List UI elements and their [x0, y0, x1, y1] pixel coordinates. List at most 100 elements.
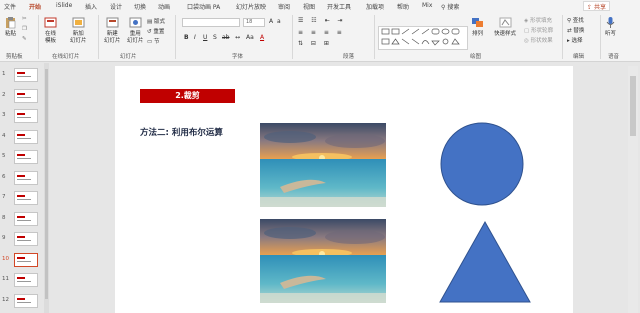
thumbnail-title-bar: [17, 256, 25, 259]
slide-canvas[interactable]: 2.裁剪 方法二: 利用布尔运算: [115, 66, 573, 313]
new-online-slide-button[interactable]: 新加 幻灯片: [70, 16, 87, 45]
dictate-button[interactable]: 听写: [604, 16, 617, 38]
slide-thumbnail[interactable]: [14, 191, 38, 205]
new-slide-button[interactable]: 新建 幻灯片: [104, 16, 121, 45]
search-icon: ⚲: [441, 4, 446, 11]
italic-button[interactable]: I: [194, 34, 196, 41]
drawing-group-label: 绘图: [470, 54, 482, 60]
shape-effects-button[interactable]: ◎ 形状效果: [524, 36, 553, 44]
thumbnail-number: 2: [2, 91, 6, 98]
canvas-scrollbar-thumb[interactable]: [630, 76, 636, 136]
quick-styles-button[interactable]: 快速样式: [494, 16, 516, 38]
slide-thumbnail[interactable]: [14, 232, 38, 246]
thumbnail-number: 12: [2, 296, 9, 303]
align-icons[interactable]: ≡ ≡ ≡ ≡: [298, 29, 345, 36]
text-direction-icons[interactable]: ⇅ ⊟ ⊞: [298, 40, 332, 47]
layout-button[interactable]: ▤ 版式: [147, 17, 165, 25]
bullet-list-icons[interactable]: ☰ ☷ ⇤ ⇥: [298, 17, 346, 24]
replace-button[interactable]: ⇄ 替换: [567, 26, 584, 34]
font-name-box[interactable]: [182, 18, 240, 27]
shadow-button[interactable]: S: [213, 34, 217, 41]
thumbnail-text-line: [17, 137, 31, 139]
tab-review[interactable]: 审阅: [278, 2, 290, 11]
tab-transitions[interactable]: 切换: [134, 2, 146, 11]
find-button[interactable]: ⚲ 查找: [567, 16, 584, 24]
sunset-photo-top[interactable]: [260, 123, 386, 207]
shape-fill-button[interactable]: ◈ 形状填充: [524, 16, 552, 24]
triangle-shape[interactable]: [439, 221, 531, 303]
slide-thumbnail[interactable]: [14, 88, 38, 103]
thumbnail-number: 8: [2, 214, 6, 221]
slide-thumbnail[interactable]: [14, 170, 38, 185]
method-text[interactable]: 方法二: 利用布尔运算: [140, 126, 223, 138]
thumbnail-text-line: [17, 281, 31, 282]
tab-file[interactable]: 文件: [4, 2, 16, 11]
tab-view[interactable]: 视图: [303, 2, 315, 11]
underline-button[interactable]: U: [203, 34, 207, 41]
separator: [292, 15, 293, 59]
thumbnail-title-bar: [17, 277, 25, 279]
thumbnail-scrollbar[interactable]: [44, 63, 49, 313]
tab-pocket-animation[interactable]: 口袋动画 PA: [187, 2, 220, 11]
slide-thumbnail[interactable]: [14, 293, 38, 308]
font-size-box[interactable]: 18: [243, 18, 265, 27]
slide-thumbnail[interactable]: [14, 109, 38, 123]
outline-icon: ▢: [524, 28, 530, 34]
bold-button[interactable]: B: [184, 34, 189, 41]
arrange-icon: [472, 18, 483, 27]
section-button[interactable]: ▭ 节: [147, 37, 159, 45]
thumbnail-title-bar: [17, 154, 25, 156]
paste-button[interactable]: 粘贴: [4, 16, 17, 38]
shapes-icon: [381, 28, 460, 46]
tab-addins[interactable]: 加载项: [366, 2, 384, 11]
circle-shape[interactable]: [439, 121, 525, 207]
separator: [600, 15, 601, 59]
sunset-image: [260, 123, 386, 207]
share-button[interactable]: ⇪ 共享: [583, 1, 610, 11]
strikethrough-button[interactable]: ab: [222, 34, 230, 41]
font-color-icon[interactable]: A: [260, 34, 264, 41]
select-button[interactable]: ▸ 选择: [567, 36, 583, 44]
arrange-button[interactable]: 排列: [471, 16, 484, 38]
thumbnail-text-line: [17, 199, 31, 200]
reset-button[interactable]: ↺ 重置: [147, 27, 164, 35]
thumbnail-title-bar: [17, 92, 25, 95]
online-template-button[interactable]: 在线 模板: [44, 16, 57, 45]
cut-icon[interactable]: ✂: [22, 16, 27, 22]
slide-thumbnail[interactable]: [14, 252, 38, 267]
slide-thumbnail[interactable]: [14, 68, 38, 82]
tab-slideshow[interactable]: 幻灯片放映: [236, 2, 266, 11]
tab-islide[interactable]: iSlide: [56, 2, 72, 9]
shape-gallery[interactable]: [378, 26, 468, 50]
slide-thumbnail[interactable]: [14, 211, 38, 226]
grow-font-icon[interactable]: A: [269, 18, 273, 25]
tab-help[interactable]: 帮助: [397, 2, 409, 11]
shrink-font-icon[interactable]: a: [277, 18, 281, 25]
search-box[interactable]: ⚲ 搜索: [441, 2, 459, 11]
change-case-icon[interactable]: Aa: [246, 34, 254, 41]
tab-developer[interactable]: 开发工具: [327, 2, 351, 11]
separator: [374, 15, 375, 59]
sunset-photo-bottom[interactable]: [260, 219, 386, 303]
slide-thumbnail[interactable]: [14, 129, 38, 144]
separator: [38, 15, 39, 59]
slide-thumbnail[interactable]: [14, 273, 38, 287]
tab-animations[interactable]: 动画: [158, 2, 170, 11]
thumbnail-text-line: [17, 219, 31, 221]
online-template-icon: [44, 17, 57, 28]
canvas-scrollbar[interactable]: [628, 66, 638, 313]
fill-icon: ◈: [524, 18, 529, 24]
tab-mix[interactable]: Mix: [422, 2, 432, 9]
shape-outline-button[interactable]: ▢ 形状轮廓: [524, 26, 553, 34]
format-painter-icon[interactable]: ✎: [22, 36, 27, 42]
slide-thumbnail[interactable]: [14, 150, 38, 164]
slide-title[interactable]: 2.裁剪: [140, 89, 235, 103]
tab-design[interactable]: 设计: [110, 2, 122, 11]
copy-icon[interactable]: ❐: [22, 26, 27, 32]
char-spacing-icon[interactable]: ↔: [235, 34, 240, 41]
thumbnail-title-bar: [17, 195, 25, 197]
tab-insert[interactable]: 插入: [85, 2, 97, 11]
thumbnail-text-line: [17, 260, 31, 262]
reuse-slide-button[interactable]: 重用 幻灯片: [127, 16, 144, 45]
scrollbar-thumb[interactable]: [45, 69, 48, 299]
